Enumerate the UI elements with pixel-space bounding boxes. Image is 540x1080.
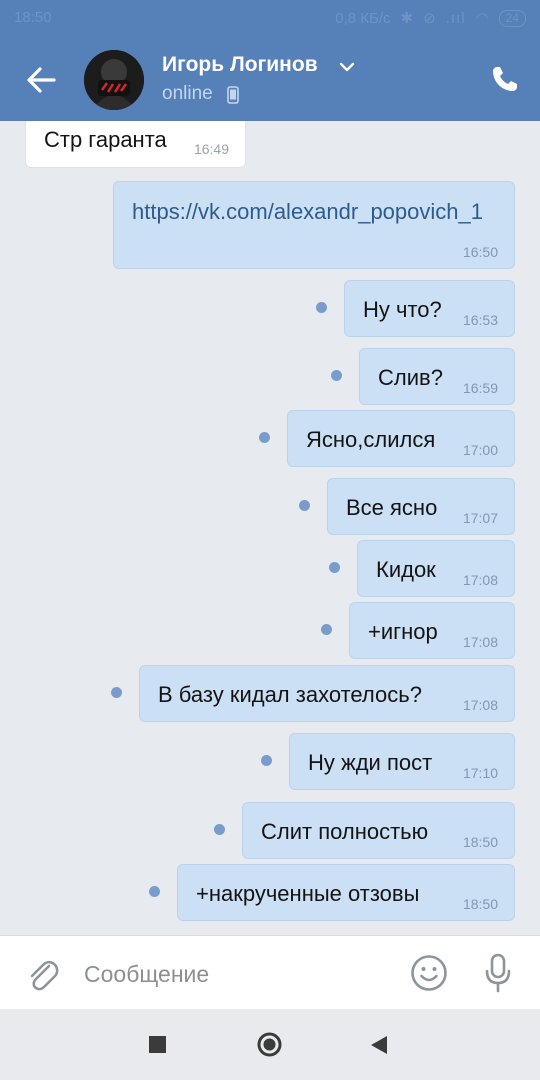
avatar[interactable]: [84, 50, 144, 110]
message-bubble[interactable]: Ну жди пост 17:10: [289, 733, 515, 790]
back-arrow-icon[interactable]: [24, 63, 58, 97]
message-link[interactable]: https://vk.com/alexandr_popovich_1: [132, 196, 502, 228]
recents-button[interactable]: [149, 1036, 166, 1053]
mic-icon[interactable]: [484, 952, 512, 994]
message-text: Слив?: [378, 365, 443, 390]
message-text: Ну что?: [363, 297, 442, 322]
message-time: 17:07: [462, 510, 498, 526]
unread-indicator: [111, 687, 122, 698]
unread-indicator: [329, 562, 340, 573]
unread-indicator: [259, 432, 270, 443]
unread-indicator: [261, 755, 272, 766]
status-bar: 18:50 0,8 КБ/с ✱ ⊘ .ııl ◠ 24: [0, 0, 540, 36]
unread-indicator: [214, 824, 225, 835]
chevron-down-icon[interactable]: [338, 60, 356, 74]
chat-header: Игорь Логинов online: [0, 36, 540, 121]
unread-indicator: [149, 886, 160, 897]
message-text: Стр гаранта: [44, 127, 167, 152]
message-time: 17:08: [462, 697, 498, 713]
message-bubble[interactable]: Стр гаранта 16:49: [25, 121, 246, 168]
wifi-icon: ◠: [475, 10, 489, 27]
message-bubble[interactable]: https://vk.com/alexandr_popovich_1 16:50: [113, 181, 515, 269]
home-button[interactable]: [257, 1032, 282, 1057]
message-bubble[interactable]: +накрученные отзовы 18:50: [177, 864, 515, 921]
unread-indicator: [331, 370, 342, 381]
message-time: 17:08: [462, 634, 498, 650]
android-nav-bar: [0, 1009, 540, 1080]
message-time: 16:50: [462, 244, 498, 260]
message-bubble[interactable]: В базу кидал захотелось? 17:08: [139, 665, 515, 722]
top-bar: 18:50 0,8 КБ/с ✱ ⊘ .ııl ◠ 24 Игорь Логин…: [0, 0, 540, 121]
message-bubble[interactable]: +игнор 17:08: [349, 602, 515, 659]
message-time: 16:49: [193, 141, 229, 157]
message-list[interactable]: Стр гаранта 16:49 https://vk.com/alexand…: [0, 121, 540, 935]
status-icons: 0,8 КБ/с ✱ ⊘ .ııl ◠ 24: [335, 9, 526, 27]
message-time: 16:59: [462, 380, 498, 396]
message-text: +игнор: [368, 619, 438, 644]
emoji-icon[interactable]: [410, 954, 448, 992]
message-time: 17:08: [462, 572, 498, 588]
message-time: 17:00: [462, 442, 498, 458]
unread-indicator: [316, 302, 327, 313]
unread-indicator: [321, 624, 332, 635]
avatar-image: [84, 50, 144, 110]
message-text: Ясно,слился: [306, 427, 436, 452]
status-time: 18:50: [14, 9, 52, 26]
message-bubble[interactable]: Ясно,слился 17:00: [287, 410, 515, 467]
contact-status: online: [162, 83, 213, 104]
message-input[interactable]: [84, 954, 384, 994]
message-time: 18:50: [462, 896, 498, 912]
signal-icon: .ııl: [445, 9, 466, 27]
message-text: Все ясно: [346, 495, 438, 520]
back-button[interactable]: [370, 1035, 388, 1055]
mobile-phone-icon: [227, 86, 239, 104]
battery-icon: 24: [498, 9, 526, 27]
message-text: +накрученные отзовы: [196, 881, 420, 906]
message-time: 17:10: [462, 765, 498, 781]
attach-icon[interactable]: [25, 954, 59, 994]
message-text: Ну жди пост: [308, 750, 433, 775]
bluetooth-icon: ✱: [400, 10, 414, 27]
message-bubble[interactable]: Кидок 17:08: [357, 540, 515, 597]
message-text: Кидок: [376, 557, 436, 582]
message-composer: [0, 935, 540, 1010]
message-text: В базу кидал захотелось?: [158, 682, 422, 707]
net-speed: 0,8 КБ/с: [335, 9, 391, 27]
chat-screen: 18:50 0,8 КБ/с ✱ ⊘ .ııl ◠ 24 Игорь Логин…: [0, 0, 540, 1080]
call-icon[interactable]: [490, 64, 520, 94]
unread-indicator: [299, 500, 310, 511]
message-bubble[interactable]: Все ясно 17:07: [327, 478, 515, 535]
mute-icon: ⊘: [423, 10, 436, 27]
contact-name[interactable]: Игорь Логинов: [162, 53, 318, 77]
message-text: Слит полностью: [261, 819, 429, 844]
message-time: 16:53: [462, 312, 498, 328]
message-bubble[interactable]: Ну что? 16:53: [344, 280, 515, 337]
message-time: 18:50: [462, 834, 498, 850]
message-bubble[interactable]: Слит полностью 18:50: [242, 802, 515, 859]
message-bubble[interactable]: Слив? 16:59: [359, 348, 515, 405]
